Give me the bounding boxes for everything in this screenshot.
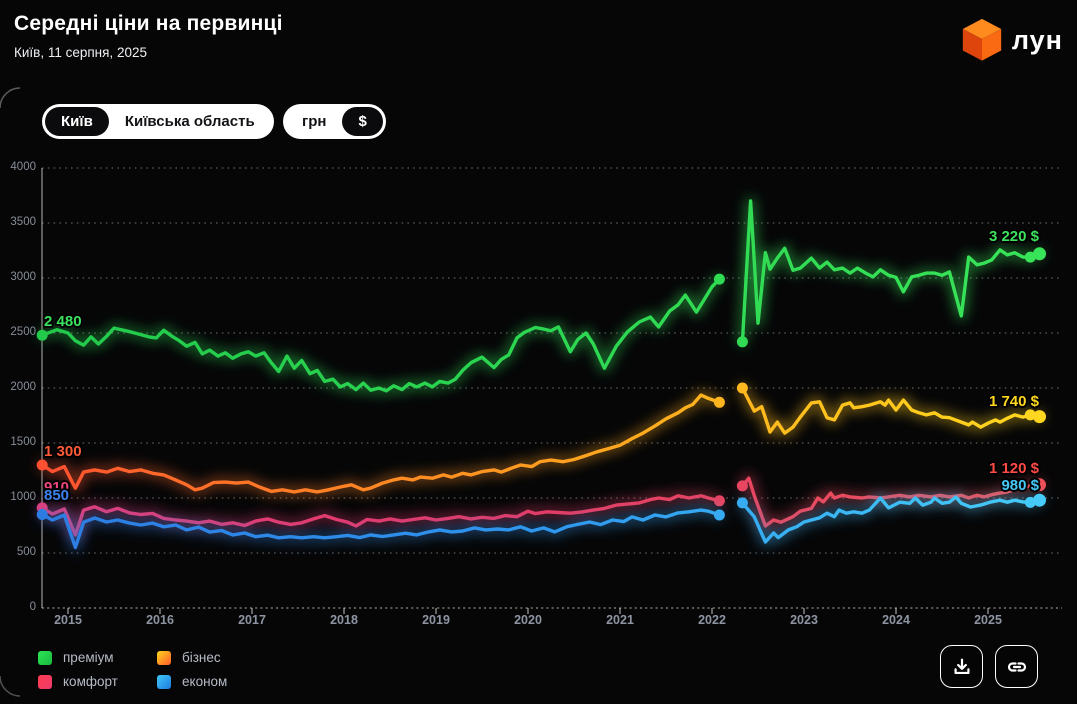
legend-item-2: комфорт bbox=[38, 674, 118, 689]
legend-label: економ bbox=[182, 674, 228, 689]
legend-swatch bbox=[157, 650, 171, 665]
legend-label: бізнес bbox=[182, 650, 221, 665]
lun-logo-text: лун bbox=[1011, 24, 1063, 55]
legend-item-3: економ bbox=[157, 674, 227, 689]
share-link-button[interactable] bbox=[995, 645, 1038, 688]
download-button[interactable] bbox=[940, 645, 983, 688]
currency-option-usd[interactable]: $ bbox=[342, 107, 383, 136]
lun-cube-icon bbox=[962, 18, 1002, 61]
header: Середні ціни на первинці Київ, 11 серпня… bbox=[14, 12, 283, 60]
legend-item-0: преміум bbox=[38, 650, 114, 665]
legend-label: комфорт bbox=[63, 674, 118, 689]
legend-swatch bbox=[38, 650, 52, 665]
link-icon bbox=[1007, 661, 1026, 672]
lun-logo: лун bbox=[959, 16, 1063, 64]
page-title: Середні ціни на первинці bbox=[14, 12, 283, 35]
legend-item-1: бізнес bbox=[157, 650, 221, 665]
price-widget: Середні ціни на первинці Київ, 11 серпня… bbox=[0, 0, 1077, 704]
legend-swatch bbox=[38, 674, 52, 689]
legend-label: преміум bbox=[63, 650, 114, 665]
region-toggle: Київ Київська область bbox=[42, 104, 274, 139]
legend-swatch bbox=[157, 674, 171, 689]
currency-toggle: грн $ bbox=[283, 104, 386, 139]
currency-option-uah[interactable]: грн bbox=[286, 107, 342, 136]
page-subtitle: Київ, 11 серпня, 2025 bbox=[14, 45, 147, 60]
region-option-kyiv-oblast[interactable]: Київська область bbox=[109, 107, 271, 136]
download-icon bbox=[953, 658, 970, 674]
region-option-kyiv[interactable]: Київ bbox=[45, 107, 109, 136]
